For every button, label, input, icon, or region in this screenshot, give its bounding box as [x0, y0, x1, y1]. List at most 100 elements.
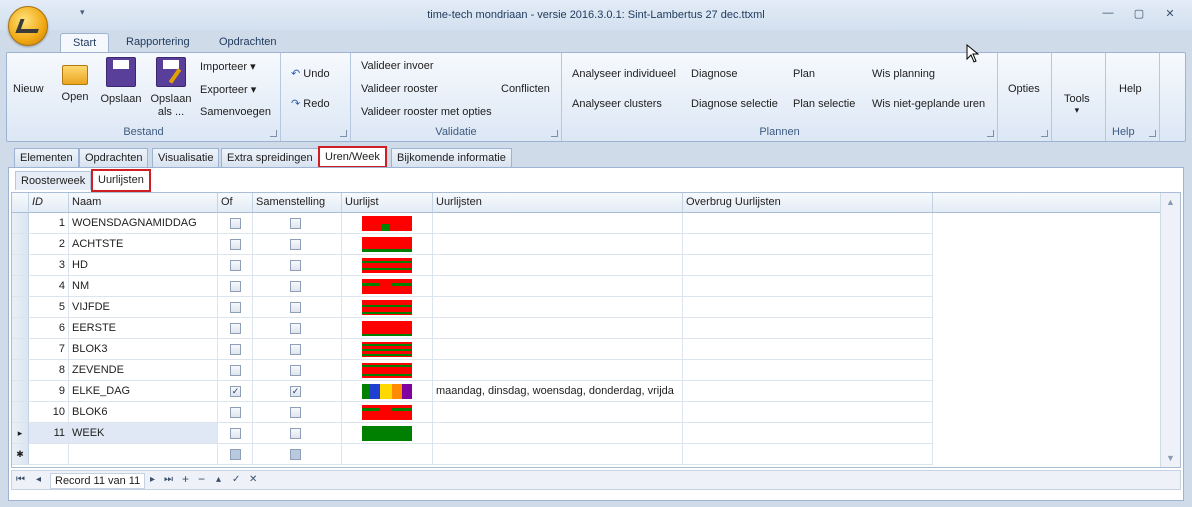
save-button[interactable]: Opslaan [99, 57, 143, 106]
new-row-cell[interactable] [218, 444, 253, 465]
cell-uurlijst[interactable] [342, 360, 433, 381]
cell-id[interactable]: 9 [29, 381, 69, 402]
cell-id[interactable]: 4 [29, 276, 69, 297]
maximize-button[interactable]: ▢ [1130, 7, 1148, 23]
cell-overbrug[interactable] [683, 297, 933, 318]
save-record-icon[interactable]: ✓ [232, 474, 240, 485]
cell-overbrug[interactable] [683, 213, 933, 234]
prev-record-icon[interactable]: ◂ [36, 474, 41, 485]
table-row[interactable]: 8 ZEVENDE [12, 360, 1160, 381]
header-id[interactable]: ID [29, 193, 69, 213]
new-row-cell[interactable] [433, 444, 683, 465]
row-indicator[interactable] [12, 276, 29, 297]
cell-uurlijsten[interactable] [433, 318, 683, 339]
checkbox[interactable] [230, 407, 241, 418]
cell-uurlijst[interactable] [342, 255, 433, 276]
cell-naam[interactable]: ZEVENDE [69, 360, 218, 381]
cell-id[interactable]: 1 [29, 213, 69, 234]
merge-button[interactable]: Samenvoegen [200, 106, 271, 118]
diagnose-button[interactable]: Diagnose [691, 68, 737, 80]
first-record-icon[interactable]: ⏮ [16, 474, 25, 485]
cell-overbrug[interactable] [683, 276, 933, 297]
cell-of[interactable] [218, 297, 253, 318]
cell-overbrug[interactable] [683, 423, 933, 444]
cell-uurlijsten[interactable] [433, 276, 683, 297]
checkbox[interactable] [230, 323, 241, 334]
tab-elementen[interactable]: Elementen [14, 148, 79, 167]
table-row[interactable]: ▸ 11 WEEK [12, 423, 1160, 444]
cell-naam[interactable]: NM [69, 276, 218, 297]
cell-of[interactable]: ✓ [218, 381, 253, 402]
cell-uurlijsten[interactable] [433, 360, 683, 381]
new-button[interactable]: Nieuw [13, 83, 44, 96]
cell-uurlijst[interactable] [342, 297, 433, 318]
row-indicator[interactable] [12, 234, 29, 255]
cell-uurlijst[interactable] [342, 234, 433, 255]
cell-naam[interactable]: BLOK6 [69, 402, 218, 423]
table-row[interactable]: 9 ELKE_DAG ✓ ✓ maandag, dinsdag, woensdag, d… [12, 381, 1160, 402]
row-indicator[interactable] [12, 213, 29, 234]
validate-input-button[interactable]: Valideer invoer [361, 60, 434, 72]
subtab-uurlijsten[interactable]: Uurlijsten [91, 169, 151, 192]
cell-overbrug[interactable] [683, 234, 933, 255]
checkbox[interactable] [230, 239, 241, 250]
cell-id[interactable]: 2 [29, 234, 69, 255]
cell-samenstelling[interactable] [253, 402, 342, 423]
cell-of[interactable] [218, 423, 253, 444]
checkbox[interactable] [290, 323, 301, 334]
export-button[interactable]: Exporteer ▾ [200, 83, 256, 96]
checkbox[interactable] [230, 218, 241, 229]
row-indicator[interactable] [12, 318, 29, 339]
cell-id[interactable]: 7 [29, 339, 69, 360]
new-row-cell[interactable] [342, 444, 433, 465]
checkbox[interactable]: ✓ [230, 386, 241, 397]
new-row-cell[interactable] [683, 444, 933, 465]
checkbox[interactable] [290, 260, 301, 271]
cell-of[interactable] [218, 255, 253, 276]
cell-uurlijsten[interactable] [433, 213, 683, 234]
cell-naam[interactable]: HD [69, 255, 218, 276]
analyze-individual-button[interactable]: Analyseer individueel [572, 68, 676, 80]
tab-opdrachten-content[interactable]: Opdrachten [79, 148, 149, 167]
checkbox[interactable] [290, 449, 301, 460]
cell-overbrug[interactable] [683, 381, 933, 402]
cell-uurlijsten[interactable] [433, 402, 683, 423]
subtab-roosterweek[interactable]: Roosterweek [15, 171, 92, 190]
checkbox[interactable] [230, 449, 241, 460]
new-row-cell[interactable] [69, 444, 218, 465]
clear-unplanned-button[interactable]: Wis niet-geplande uren [872, 98, 985, 110]
cell-uurlijst[interactable] [342, 423, 433, 444]
table-row[interactable]: 10 BLOK6 [12, 402, 1160, 423]
cell-naam[interactable]: WEEK [69, 423, 218, 444]
cell-uurlijsten[interactable] [433, 423, 683, 444]
cell-samenstelling[interactable] [253, 255, 342, 276]
cell-naam[interactable]: EERSTE [69, 318, 218, 339]
next-record-icon[interactable]: ▸ [150, 474, 155, 485]
validate-options-button[interactable]: Valideer rooster met opties [361, 106, 492, 118]
tab-extra-spreidingen[interactable]: Extra spreidingen [221, 148, 319, 167]
tab-visualisatie[interactable]: Visualisatie [152, 148, 220, 167]
validate-schedule-button[interactable]: Valideer rooster [361, 83, 438, 95]
cell-of[interactable] [218, 402, 253, 423]
header-of[interactable]: Of [218, 193, 253, 213]
open-button[interactable]: Open [57, 57, 93, 104]
table-row[interactable]: 1 WOENSDAGNAMIDDAG [12, 213, 1160, 234]
cell-samenstelling[interactable] [253, 213, 342, 234]
cell-id[interactable]: 6 [29, 318, 69, 339]
cell-overbrug[interactable] [683, 318, 933, 339]
dialog-launcher-icon[interactable] [270, 130, 277, 137]
cell-id[interactable]: 8 [29, 360, 69, 381]
cell-samenstelling[interactable] [253, 234, 342, 255]
cell-samenstelling[interactable] [253, 339, 342, 360]
cancel-record-icon[interactable]: ✕ [249, 474, 257, 485]
checkbox[interactable] [230, 302, 241, 313]
row-indicator[interactable] [12, 381, 29, 402]
last-record-icon[interactable]: ⏭ [164, 474, 173, 485]
close-button[interactable]: ✕ [1161, 7, 1179, 23]
tab-start[interactable]: Start [60, 33, 110, 53]
table-row[interactable]: 7 BLOK3 [12, 339, 1160, 360]
checkbox[interactable] [290, 239, 301, 250]
cell-naam[interactable]: ELKE_DAG [69, 381, 218, 402]
cell-uurlijst[interactable] [342, 402, 433, 423]
table-row[interactable]: 5 VIJFDE [12, 297, 1160, 318]
